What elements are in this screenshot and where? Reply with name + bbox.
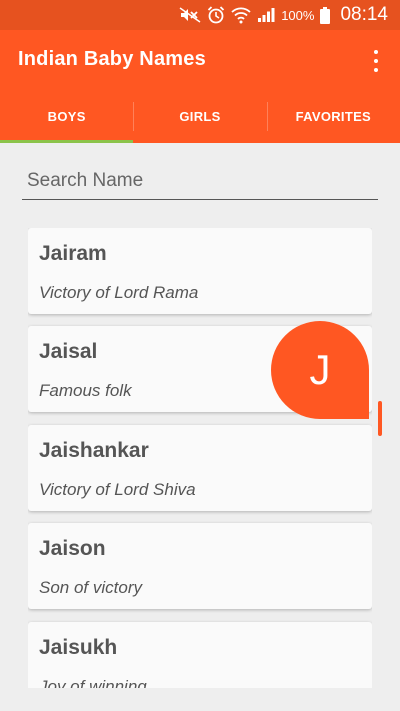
tab-label: GIRLS [179, 109, 221, 124]
meaning-text: Famous folk [39, 381, 132, 400]
name-text: Jairam [39, 242, 107, 265]
search-input[interactable] [22, 162, 378, 200]
tab-label: FAVORITES [295, 109, 372, 124]
fast-scroll-thumb[interactable] [378, 401, 382, 436]
tab-girls[interactable]: GIRLS [133, 90, 266, 143]
fast-scroll-letter: J [309, 346, 331, 393]
meaning-text: Son of victory [39, 578, 142, 597]
name-text: Jaishankar [39, 439, 149, 462]
menu-dot [374, 59, 378, 63]
name-text: Jaisukh [39, 636, 118, 659]
overflow-menu-icon[interactable] [368, 50, 384, 72]
names-list[interactable]: Jairam Victory of Lord Rama Jaisal Famou… [28, 228, 372, 688]
tab-label: BOYS [47, 109, 86, 124]
name-text: Jaisal [39, 340, 98, 363]
mute-icon [179, 7, 201, 23]
battery-label: 100% [281, 7, 315, 23]
signal-icon [257, 7, 275, 23]
battery-icon [320, 6, 331, 24]
app-bar: Indian Baby Names [0, 30, 400, 90]
alarm-icon [207, 6, 225, 24]
menu-dot [374, 50, 378, 54]
name-text: Jaison [39, 537, 106, 560]
tab-boys[interactable]: BOYS [0, 90, 134, 143]
clock: 08:14 [340, 4, 388, 25]
tab-bar: BOYS GIRLS FAVORITES [0, 90, 400, 143]
tab-favorites[interactable]: FAVORITES [266, 90, 400, 143]
name-card[interactable]: Jaishankar Victory of Lord Shiva [28, 425, 372, 511]
name-card[interactable]: Jairam Victory of Lord Rama [28, 228, 372, 314]
name-card[interactable]: Jaison Son of victory [28, 523, 372, 609]
fast-scroll-bubble: J [271, 321, 369, 419]
menu-dot [374, 68, 378, 72]
name-card[interactable]: Jaisukh Joy of winning [28, 622, 372, 688]
wifi-icon [231, 6, 251, 24]
meaning-text: Victory of Lord Shiva [39, 480, 196, 499]
tab-indicator [0, 140, 134, 143]
status-icons: 100% 08:14 [179, 4, 388, 26]
app-title: Indian Baby Names [18, 48, 206, 70]
status-bar: 100% 08:14 [0, 0, 400, 30]
search-box [22, 162, 378, 202]
meaning-text: Joy of winning [39, 677, 147, 688]
meaning-text: Victory of Lord Rama [39, 283, 199, 302]
